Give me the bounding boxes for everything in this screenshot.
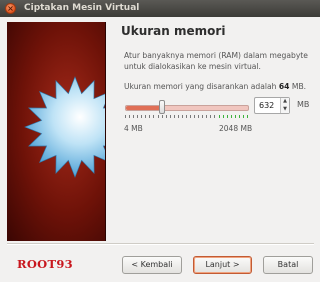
starburst-illustration <box>24 76 105 178</box>
recommended-memory-text: Ukuran memori yang disarankan adalah 64 … <box>124 82 314 91</box>
slider-tick <box>137 115 139 118</box>
memory-unit-label: MB <box>297 100 310 109</box>
next-button[interactable]: Lanjut > <box>193 256 252 274</box>
window-titlebar: × Ciptakan Mesin Virtual <box>0 0 320 17</box>
memory-slider-fill <box>126 106 164 110</box>
slider-tick <box>141 115 143 118</box>
close-icon[interactable]: × <box>5 3 16 14</box>
memory-min-label: 4 MB <box>124 124 143 133</box>
memory-spinbox[interactable]: ▲ ▼ <box>254 97 290 114</box>
slider-tick <box>230 115 232 118</box>
spin-up-icon[interactable]: ▲ <box>281 98 289 105</box>
slider-tick <box>210 115 212 118</box>
memory-slider-track[interactable] <box>125 105 249 111</box>
spin-buttons: ▲ ▼ <box>280 98 289 113</box>
window-title: Ciptakan Mesin Virtual <box>24 3 140 13</box>
page-title: Ukuran memori <box>121 24 226 38</box>
cancel-button[interactable]: Batal <box>263 256 313 274</box>
slider-tick <box>169 115 171 118</box>
slider-tick <box>186 115 187 118</box>
slider-tick <box>214 115 216 118</box>
slider-tick <box>161 115 163 118</box>
slider-tick <box>157 115 159 118</box>
slider-tick <box>153 115 155 118</box>
memory-max-label: 2048 MB <box>219 124 253 133</box>
slider-tick <box>238 115 240 118</box>
footer-divider <box>7 243 314 245</box>
slider-tick <box>226 115 228 118</box>
wizard-banner-image <box>7 22 106 241</box>
slider-tick <box>247 115 248 118</box>
slider-tick <box>202 115 204 118</box>
slider-tick <box>145 115 147 118</box>
memory-slider-ticks <box>123 115 249 119</box>
slider-tick <box>198 115 200 118</box>
slider-tick <box>177 115 179 118</box>
page-description: Atur banyaknya memori (RAM) dalam megaby… <box>124 51 308 71</box>
spin-down-icon[interactable]: ▼ <box>281 106 289 113</box>
slider-tick <box>190 115 192 118</box>
slider-tick <box>181 115 183 118</box>
slider-tick <box>242 115 244 118</box>
slider-tick <box>129 115 131 118</box>
slider-tick <box>234 115 236 118</box>
recommended-suffix: MB. <box>291 82 307 91</box>
slider-tick <box>222 115 224 118</box>
slider-tick <box>218 115 220 118</box>
back-button[interactable]: < Kembali <box>122 256 182 274</box>
slider-tick <box>125 115 126 118</box>
slider-tick <box>206 115 208 118</box>
recommended-value: 64 <box>278 82 290 91</box>
watermark-brand: ROOT93 <box>17 257 73 271</box>
slider-tick <box>165 115 167 118</box>
slider-tick <box>194 115 196 118</box>
slider-tick <box>173 115 175 118</box>
slider-tick <box>149 115 151 118</box>
recommended-prefix: Ukuran memori yang disarankan adalah <box>124 82 277 91</box>
memory-slider-handle[interactable] <box>159 100 166 114</box>
slider-tick <box>133 115 135 118</box>
memory-slider[interactable] <box>123 97 249 119</box>
memory-size-input[interactable] <box>255 98 281 113</box>
